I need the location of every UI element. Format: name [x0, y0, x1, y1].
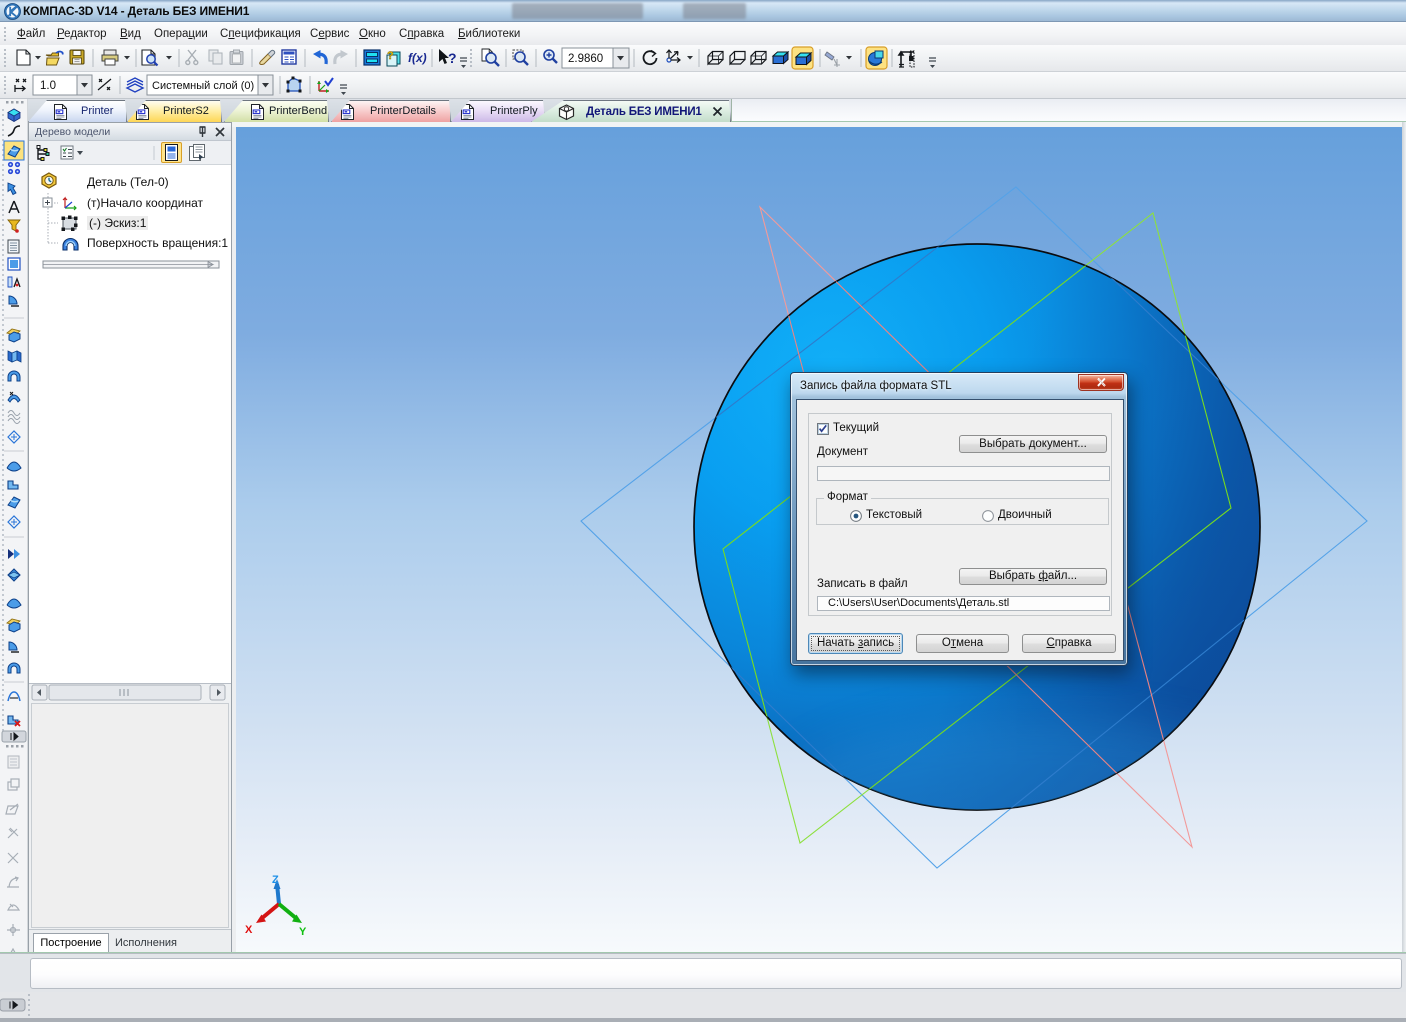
svg-text:X: X	[245, 924, 253, 936]
svg-text:2.9860: 2.9860	[568, 53, 603, 65]
svg-text:f(x): f(x)	[408, 51, 427, 65]
svg-text:1.0: 1.0	[40, 80, 56, 92]
svg-text:Z: Z	[272, 874, 279, 886]
svg-text:Y: Y	[299, 926, 307, 938]
svg-text:Системный слой (0): Системный слой (0)	[152, 80, 254, 92]
svg-text:?: ?	[387, 50, 394, 62]
svg-text:?: ?	[448, 50, 457, 66]
